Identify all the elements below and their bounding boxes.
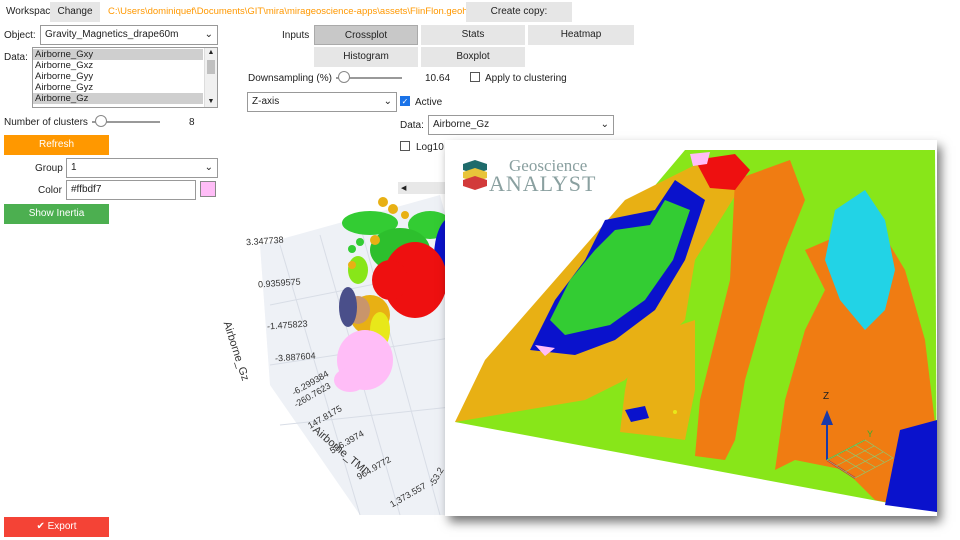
data-option[interactable]: Airborne_Gz [33, 93, 203, 104]
group-select[interactable]: 1 ⌄ [66, 158, 218, 178]
log10-label: Log10 [416, 142, 444, 153]
tab-heatmap[interactable]: Heatmap [528, 25, 634, 45]
scroll-up-icon[interactable]: ▲ [205, 48, 217, 58]
inputs-label: Inputs [282, 30, 310, 41]
color-input-value: #ffbdf7 [71, 184, 102, 195]
axis-data-label: Data: [400, 120, 424, 131]
export-button[interactable]: ✔ Export [4, 517, 109, 537]
color-swatch[interactable] [200, 181, 216, 197]
axis-data-select[interactable]: Airborne_Gz ⌄ [428, 115, 614, 135]
data-option[interactable]: Airborne_Gxy [33, 49, 203, 60]
check-icon: ✔ [36, 521, 45, 532]
downsampling-label: Downsampling (%) [248, 73, 332, 84]
chevron-down-icon: ⌄ [204, 162, 213, 173]
active-checkbox[interactable]: ✓ [400, 96, 410, 106]
downsampling-slider-handle[interactable] [338, 71, 351, 83]
axis-select-value: Z-axis [252, 96, 280, 107]
workspace-label: Workspace [6, 6, 56, 17]
cluster-lime-points [348, 256, 368, 284]
data-listbox[interactable]: Airborne_Gxy Airborne_Gxz Airborne_Gyy A… [32, 47, 218, 108]
group-label: Group [35, 163, 63, 174]
tab-histogram[interactable]: Histogram [314, 47, 418, 67]
listbox-scrollbar[interactable]: ▲ ▼ [204, 48, 217, 107]
geoscience-analyst-window[interactable]: Geoscience ANALYST Z Y [445, 140, 937, 516]
downsampling-slider[interactable] [336, 71, 402, 85]
axis-data-value: Airborne_Gz [433, 119, 490, 130]
chevron-down-icon: ⌄ [383, 96, 392, 107]
data-option[interactable]: Airborne_Gxz [33, 60, 203, 71]
color-input[interactable]: #ffbdf7 [66, 180, 196, 200]
refresh-button[interactable]: Refresh [4, 135, 109, 155]
group-select-value: 1 [71, 162, 77, 173]
clusters-slider[interactable] [92, 115, 160, 129]
axis-y-label: Y [867, 429, 874, 439]
apply-clustering-label: Apply to clustering [485, 73, 567, 84]
chevron-down-icon: ⌄ [600, 119, 609, 130]
create-copy-button[interactable]: Create copy: [466, 2, 572, 22]
axis-select[interactable]: Z-axis ⌄ [247, 92, 397, 112]
axis-z-label: Z [823, 391, 830, 402]
tab-boxplot[interactable]: Boxplot [421, 47, 525, 67]
show-inertia-button[interactable]: Show Inertia [4, 204, 109, 224]
data-option[interactable]: Airborne_Gyz [33, 82, 203, 93]
log10-checkbox[interactable] [400, 141, 410, 151]
clusters-value: 8 [189, 117, 195, 128]
data-option[interactable]: Airborne_Gyy [33, 71, 203, 82]
chevron-down-icon: ⌄ [204, 29, 213, 40]
logo-text-analyst: ANALYST [489, 171, 597, 196]
downsampling-value: 10.64 [425, 73, 451, 84]
object-select-value: Gravity_Magnetics_drape60m [45, 29, 179, 40]
scroll-down-icon[interactable]: ▼ [205, 97, 217, 107]
clusters-label: Number of clusters [4, 117, 88, 128]
scroll-thumb[interactable] [207, 60, 215, 74]
export-button-label: Export [47, 521, 77, 532]
data-label: Data: [4, 52, 28, 63]
geoscience-analyst-logo-icon [459, 158, 493, 194]
change-workspace-button[interactable]: Change [50, 2, 100, 22]
object-select[interactable]: Gravity_Magnetics_drape60m ⌄ [40, 25, 218, 45]
active-label: Active [415, 97, 443, 108]
object-label: Object: [4, 30, 36, 41]
workspace-path: C:\Users\dominiquef\Documents\GIT\mira\m… [108, 6, 473, 17]
map-zone-pink [690, 152, 710, 166]
tab-crossplot[interactable]: Crossplot [314, 25, 418, 45]
clusters-slider-handle[interactable] [94, 115, 107, 127]
tab-stats[interactable]: Stats [421, 25, 525, 45]
apply-clustering-checkbox[interactable] [470, 72, 480, 82]
color-label: Color [38, 185, 62, 196]
